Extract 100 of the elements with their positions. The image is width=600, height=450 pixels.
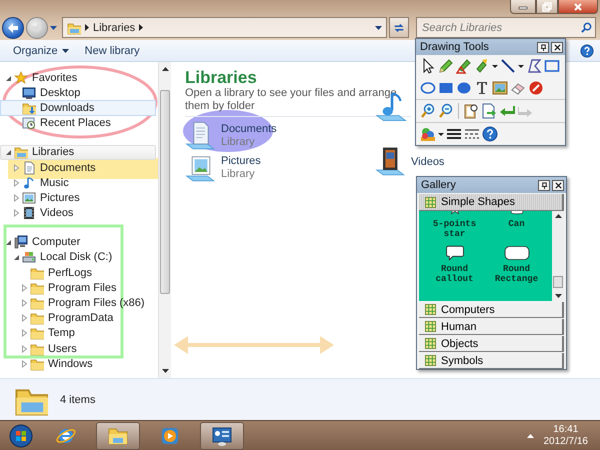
toolbar-button[interactable]: Organize [8, 42, 74, 60]
help-icon[interactable] [580, 44, 594, 58]
filled-ellipse-icon[interactable] [456, 80, 472, 96]
toolbar-button[interactable]: New library [80, 42, 145, 60]
highlighter-icon[interactable] [456, 58, 472, 74]
pencil-icon[interactable] [438, 58, 454, 74]
clock-date[interactable]: 2012/7/16 [544, 436, 588, 448]
taskbar-button[interactable] [96, 422, 140, 450]
search-field[interactable]: Search Libraries [416, 17, 596, 38]
refresh-icon [393, 22, 405, 34]
shape-item[interactable]: Round Rectange [486, 245, 548, 284]
film-icon [375, 146, 407, 178]
color-picker-icon[interactable] [420, 126, 436, 142]
chevron-icon[interactable] [139, 24, 144, 31]
scrollbar-thumb[interactable] [553, 276, 563, 288]
shape-item[interactable]: 5-points star [424, 211, 486, 239]
scroll-up-icon[interactable] [162, 67, 168, 71]
freeform-icon[interactable] [526, 58, 542, 74]
shape-item[interactable]: Can [486, 211, 548, 239]
gallery-section-header[interactable]: Symbols [419, 353, 564, 369]
collapsed-arrow-icon[interactable] [12, 209, 20, 218]
brush-icon[interactable] [474, 58, 490, 74]
export-icon[interactable] [481, 103, 497, 119]
breadcrumb[interactable]: Libraries [93, 22, 136, 34]
library-item[interactable]: Pictures Library [185, 152, 261, 184]
tree-item[interactable]: Windows [0, 356, 156, 372]
address-bar[interactable]: Libraries [62, 17, 387, 38]
close-button[interactable] [552, 180, 564, 190]
pin-button[interactable] [538, 180, 550, 190]
collapsed-arrow-icon[interactable] [12, 164, 20, 172]
collapsed-arrow-icon[interactable] [20, 314, 28, 322]
collapsed-arrow-icon[interactable] [20, 329, 28, 338]
collapsed-arrow-icon[interactable] [20, 360, 28, 368]
tree-item[interactable]: Videos [0, 206, 156, 221]
clipboard-icon[interactable] [463, 103, 479, 119]
collapsed-arrow-icon[interactable] [20, 284, 28, 292]
orb-icon [9, 424, 33, 448]
tree-item[interactable]: Music [0, 175, 156, 190]
maximize-button[interactable] [536, 0, 558, 14]
tree-item[interactable]: Computer [0, 234, 156, 250]
ellipse-icon[interactable] [420, 80, 436, 96]
expanded-arrow-icon[interactable] [12, 253, 20, 262]
expanded-arrow-icon[interactable] [4, 238, 12, 246]
gallery-section-header[interactable]: Computers [419, 302, 564, 318]
line-width-icon[interactable] [446, 126, 462, 142]
panel-title: Drawing Tools [420, 41, 490, 53]
chevron-icon[interactable] [85, 24, 89, 31]
line-icon[interactable] [500, 58, 516, 74]
tree-item[interactable]: Downloads [0, 100, 156, 116]
tree-item[interactable]: Desktop [0, 85, 156, 100]
clear-icon[interactable] [528, 80, 544, 96]
tree-item[interactable]: Program Files [0, 280, 156, 296]
gallery-section-header[interactable]: Simple Shapes [419, 194, 564, 211]
star-icon [14, 70, 28, 85]
pin-button[interactable] [537, 42, 549, 52]
library-item[interactable]: Videos [375, 146, 444, 178]
caret-icon[interactable] [375, 26, 382, 30]
tree-item[interactable]: Documents [0, 160, 156, 176]
back-button[interactable] [2, 16, 24, 38]
expanded-arrow-icon[interactable] [4, 74, 12, 82]
help-icon[interactable] [482, 126, 498, 142]
filled-rectangle-icon[interactable] [438, 80, 454, 96]
collapsed-arrow-icon[interactable] [12, 194, 20, 202]
undo-icon[interactable] [499, 103, 515, 119]
image-icon[interactable] [492, 80, 508, 96]
tree-item[interactable]: Program Files (x86) [0, 295, 156, 311]
shape-item[interactable]: Round callout [424, 245, 486, 284]
scroll-down-icon[interactable] [554, 294, 562, 298]
tree-item[interactable]: PerfLogs [0, 265, 156, 280]
text-tool-icon[interactable] [474, 80, 490, 96]
close-button[interactable] [551, 42, 563, 52]
minimize-button[interactable] [510, 0, 536, 14]
scroll-down-icon[interactable] [162, 369, 168, 373]
scrollbar-thumb[interactable] [160, 90, 170, 294]
tree-item[interactable]: Temp [0, 326, 156, 341]
refresh-button[interactable] [389, 17, 409, 38]
collapsed-arrow-icon[interactable] [20, 299, 28, 308]
gallery-section-header[interactable]: Objects [419, 336, 564, 352]
rectangle-icon[interactable] [544, 58, 560, 74]
zoom-in-icon[interactable] [420, 103, 436, 119]
picture-icon [22, 190, 36, 205]
show-hidden-icon[interactable] [526, 434, 534, 438]
taskbar-button[interactable] [200, 422, 244, 450]
gallery-section-header[interactable]: Human [419, 319, 564, 335]
collapsed-arrow-icon[interactable] [12, 178, 20, 187]
tree-item[interactable]: Users [0, 341, 156, 356]
zoom-out-icon[interactable] [438, 103, 454, 119]
scroll-up-icon[interactable] [554, 214, 562, 218]
tree-item[interactable]: Local Disk (C:) [0, 250, 156, 266]
tree-item[interactable]: Recent Places [0, 116, 156, 131]
search-icon[interactable] [581, 22, 592, 33]
folder-icon [30, 311, 44, 326]
collapsed-arrow-icon[interactable] [20, 344, 28, 353]
close-button[interactable] [558, 0, 598, 14]
tree-item[interactable]: Favorites [0, 70, 156, 86]
tree-item[interactable]: ProgramData [0, 310, 156, 326]
tree-item[interactable]: Libraries [0, 144, 156, 160]
clock-time[interactable]: 16:41 [553, 424, 578, 436]
tree-item[interactable]: Pictures [0, 190, 156, 206]
expanded-arrow-icon[interactable] [4, 148, 12, 156]
